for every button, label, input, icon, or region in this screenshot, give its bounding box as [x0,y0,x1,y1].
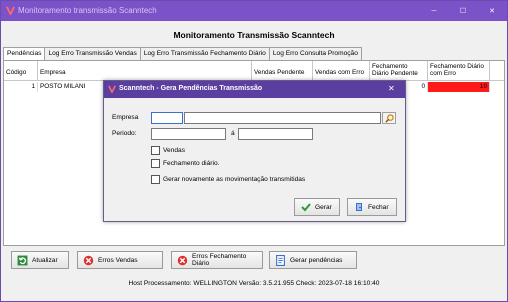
tab-log-erro-fechamento[interactable]: Log Erro Transmissão Fechamento Diário [139,47,270,60]
empresa-code-input[interactable] [151,112,183,124]
check-icon [301,202,311,212]
column-header-fech-erro[interactable]: Fechamento Diário com Erro [428,61,490,81]
periodo-fim-input[interactable] [238,128,313,140]
gerar-pendencias-button-label: Gerar pendências [290,256,343,264]
empresa-label: Empresa [112,114,139,121]
page-title: Monitoramento Transmissão Scanntech [173,30,335,40]
fechamento-checkbox[interactable] [151,159,160,168]
cell-codigo: 1 [4,82,38,92]
tab-pendencias[interactable]: Pendências [3,47,46,61]
gerar-novamente-checkbox-label: Gerar novamente as movimentação transmit… [163,176,306,183]
tab-bar: Pendências Log Erro Transmissão Vendas L… [3,47,362,61]
refresh-icon [17,255,28,266]
periodo-label: Periodo: [112,130,137,137]
erros-vendas-button[interactable]: Erros Vendas [77,251,163,269]
error-icon [177,255,188,266]
gerar-button[interactable]: Gerar [294,198,340,216]
search-icon [384,113,394,123]
minimize-icon: ─ [431,7,437,15]
column-header-empresa[interactable]: Empresa [38,61,252,81]
fechar-button[interactable]: Fechar [347,198,397,216]
dialog-title: Scanntech - Gera Pendências Transmissão [119,85,263,92]
tab-log-erro-vendas[interactable]: Log Erro Transmissão Vendas [44,47,141,60]
grid-header: Código Empresa Vendas Pendente Vendas co… [4,61,504,81]
scanntech-logo-icon [6,6,15,15]
gera-pendencias-dialog: Scanntech - Gera Pendências Transmissão … [103,80,406,222]
cell-fech-erro: 10 [428,82,490,92]
atualizar-button[interactable]: Atualizar [11,251,69,269]
error-icon [83,255,94,266]
column-header-codigo[interactable]: Código [4,61,38,81]
maximize-button[interactable]: ☐ [448,1,478,21]
column-header-vendas-erro[interactable]: Vendas com Erro [313,61,370,81]
vendas-checkbox-label: Vendas [163,147,185,154]
window-title: Monitoramento transmissão Scanntech [18,6,157,15]
gerar-pendencias-button[interactable]: Gerar pendências [269,251,357,269]
erros-vendas-button-label: Erros Vendas [98,256,138,264]
minimize-button[interactable]: ─ [419,1,449,21]
page-header: Monitoramento Transmissão Scanntech [1,22,507,46]
periodo-inicio-input[interactable] [151,128,226,140]
erros-fechamento-button-label: Erros Fechamento Diário [192,253,247,267]
column-header-fech-pendente[interactable]: Fechamento Diário Pendente [370,61,428,81]
fechar-button-label: Fechar [368,203,389,211]
maximize-icon: ☐ [459,8,467,15]
window-titlebar[interactable]: Monitoramento transmissão Scanntech ─ ☐ … [1,1,507,21]
status-bar-text: Host Processamento: WELLINGTON Versão: 3… [128,280,380,287]
door-exit-icon [354,202,364,212]
atualizar-button-label: Atualizar [32,256,58,264]
tab-log-erro-promocao[interactable]: Log Erro Consulta Promoção [268,47,362,60]
close-button[interactable]: ✕ [477,1,507,21]
gerar-novamente-checkbox[interactable] [151,175,160,184]
scanntech-logo-icon [108,85,116,93]
close-icon: ✕ [489,8,495,15]
gerar-button-label: Gerar [315,203,332,211]
vendas-checkbox[interactable] [151,146,160,155]
erros-fechamento-button[interactable]: Erros Fechamento Diário [171,251,263,269]
column-header-vendas-pendente[interactable]: Vendas Pendente [252,61,313,81]
main-window: Monitoramento transmissão Scanntech ─ ☐ … [0,0,508,302]
dialog-titlebar[interactable]: Scanntech - Gera Pendências Transmissão … [104,81,405,98]
document-icon [275,254,286,266]
bottom-toolbar: Atualizar Erros Vendas Erros Fechamento … [1,247,507,301]
empresa-search-button[interactable] [382,112,396,124]
fechamento-checkbox-label: Fechamento diário. [163,160,220,167]
dialog-close-icon[interactable]: ✕ [388,84,395,93]
periodo-separator: á [231,130,235,137]
empresa-name-input[interactable] [184,112,381,124]
